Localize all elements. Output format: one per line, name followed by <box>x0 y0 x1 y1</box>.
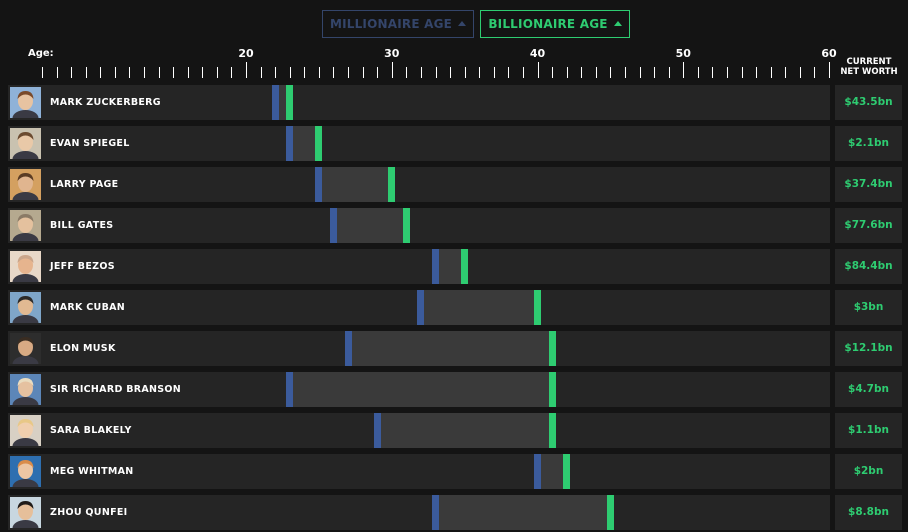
person-name: SARA BLAKELY <box>50 425 132 436</box>
avatar-page-icon <box>10 169 41 200</box>
millionaire-age-marker <box>286 126 294 161</box>
net-worth-value: $4.7bn <box>835 372 902 407</box>
caret-up-icon <box>613 20 622 26</box>
net-worth-value: $43.5bn <box>835 85 902 120</box>
net-worth-value: $3bn <box>835 290 902 325</box>
chart-row[interactable]: EVAN SPIEGEL <box>8 126 830 161</box>
millionaire-age-marker <box>329 208 337 243</box>
avatar-branson-icon <box>10 374 41 405</box>
chart-row[interactable]: SIR RICHARD BRANSON <box>8 372 830 407</box>
tick-label: 20 <box>238 47 254 60</box>
billionaire-age-toggle[interactable]: BILLIONAIRE AGE <box>480 10 630 38</box>
net-worth-header-line1: CURRENT <box>846 57 892 67</box>
axis-label: Age: <box>28 48 54 59</box>
billionaire-age-marker <box>534 290 542 325</box>
age-span-bar <box>420 290 538 325</box>
avatar-cuban-icon <box>10 292 41 323</box>
chart-row[interactable]: ELON MUSK <box>8 331 830 366</box>
millionaire-age-marker <box>286 372 294 407</box>
person-name: ZHOU QUNFEI <box>50 507 128 518</box>
avatar-bezos-icon <box>10 251 41 282</box>
age-span-bar <box>435 495 611 530</box>
net-worth-value: $2.1bn <box>835 126 902 161</box>
chart-row[interactable]: MARK ZUCKERBERG <box>8 85 830 120</box>
person-name: SIR RICHARD BRANSON <box>50 384 182 395</box>
millionaire-age-marker <box>315 167 323 202</box>
avatar-zhou-icon <box>10 497 41 528</box>
tick-label: 60 <box>821 47 837 60</box>
age-span-bar <box>289 372 553 407</box>
chart-row[interactable]: MARK CUBAN <box>8 290 830 325</box>
millionaire-age-marker <box>271 85 279 120</box>
billionaire-age-marker <box>548 331 556 366</box>
avatar-whitman-icon <box>10 456 41 487</box>
person-name: LARRY PAGE <box>50 179 119 190</box>
millionaire-age-marker <box>344 331 352 366</box>
avatar-spiegel-icon <box>10 128 41 159</box>
tick-label: 40 <box>529 47 546 60</box>
millionaire-age-label: MILLIONAIRE AGE <box>329 17 453 31</box>
billionaire-age-label: BILLIONAIRE AGE <box>488 17 608 31</box>
person-name: BILL GATES <box>50 220 114 231</box>
age-span-bar <box>348 331 553 366</box>
avatar-musk-icon <box>10 333 41 364</box>
billionaire-age-marker <box>563 454 571 489</box>
age-span-bar <box>318 167 392 202</box>
tick-label: 50 <box>675 47 691 60</box>
person-name: EVAN SPIEGEL <box>50 138 130 149</box>
billionaire-age-marker <box>388 167 396 202</box>
billionaire-age-marker <box>461 249 469 284</box>
avatar-blakely-icon <box>10 415 41 446</box>
millionaire-age-marker <box>534 454 542 489</box>
net-worth-value: $77.6bn <box>835 208 902 243</box>
millionaire-age-marker <box>417 290 425 325</box>
chart-row[interactable]: MEG WHITMAN <box>8 454 830 489</box>
billionaire-age-marker <box>606 495 614 530</box>
net-worth-value: $2bn <box>835 454 902 489</box>
person-name: MEG WHITMAN <box>50 466 134 477</box>
avatar-zuckerberg-icon <box>10 87 41 118</box>
billionaire-age-marker <box>548 413 556 448</box>
person-name: MARK CUBAN <box>50 302 126 313</box>
billionaire-age-marker <box>402 208 410 243</box>
chart-row[interactable]: ZHOU QUNFEI <box>8 495 830 530</box>
avatar-gates-icon <box>10 210 41 241</box>
caret-up-icon <box>458 20 467 26</box>
billionaire-age-marker <box>286 85 294 120</box>
billionaire-age-marker <box>315 126 323 161</box>
chart-row[interactable]: SARA BLAKELY <box>8 413 830 448</box>
age-span-bar <box>333 208 407 243</box>
millionaire-age-marker <box>432 249 439 284</box>
millionaire-age-toggle[interactable]: MILLIONAIRE AGE <box>322 10 474 38</box>
billionaire-age-marker <box>548 372 556 407</box>
chart-row[interactable]: JEFF BEZOS <box>8 249 830 284</box>
net-worth-header: CURRENT NET WORTH <box>836 57 902 77</box>
person-name: JEFF BEZOS <box>50 261 115 272</box>
chart-row[interactable]: BILL GATES <box>8 208 830 243</box>
net-worth-header-line2: NET WORTH <box>840 67 898 77</box>
millionaire-age-marker <box>373 413 381 448</box>
age-span-bar <box>377 413 553 448</box>
millionaire-age-marker <box>432 495 439 530</box>
net-worth-value: $1.1bn <box>835 413 902 448</box>
net-worth-value: $12.1bn <box>835 331 902 366</box>
person-name: MARK ZUCKERBERG <box>50 97 161 108</box>
tick-label: 30 <box>384 47 400 60</box>
person-name: ELON MUSK <box>50 343 116 354</box>
net-worth-value: $84.4bn <box>835 249 902 284</box>
net-worth-value: $8.8bn <box>835 495 902 530</box>
chart-row[interactable]: LARRY PAGE <box>8 167 830 202</box>
net-worth-value: $37.4bn <box>835 167 902 202</box>
